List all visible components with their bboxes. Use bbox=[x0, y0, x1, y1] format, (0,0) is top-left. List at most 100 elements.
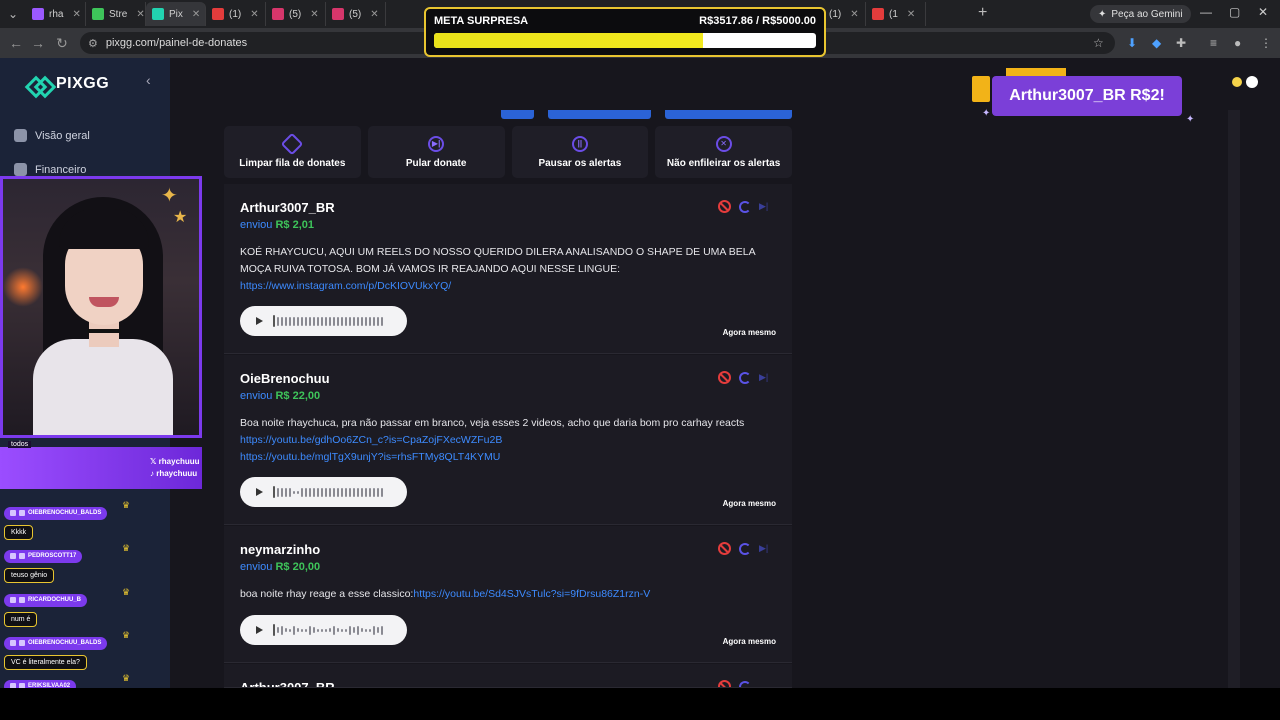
sparkle-icon: ✦ bbox=[982, 108, 991, 119]
replay-icon[interactable] bbox=[739, 200, 751, 213]
gemini-button[interactable]: ✦ Peça ao Gemini bbox=[1090, 5, 1191, 23]
wave-bar bbox=[313, 316, 315, 326]
wave-bar bbox=[341, 316, 343, 326]
top-button-2[interactable] bbox=[548, 110, 651, 119]
media-controls-icon[interactable]: ≡ bbox=[1210, 36, 1217, 50]
waveform[interactable] bbox=[273, 314, 383, 328]
extension-gem-icon[interactable]: ◆ bbox=[1152, 36, 1161, 50]
new-tab-button[interactable]: + bbox=[970, 4, 995, 22]
skip-donate-button[interactable]: ▶| Pular donate bbox=[367, 126, 505, 178]
star-decoration-icon: ★ bbox=[173, 209, 188, 226]
play-icon[interactable] bbox=[256, 317, 263, 325]
sidebar-item-financeiro[interactable]: Financeiro bbox=[14, 163, 86, 176]
badge-icon bbox=[19, 553, 25, 559]
toggle-knob bbox=[1246, 76, 1258, 88]
close-tab-icon[interactable]: ✕ bbox=[850, 9, 858, 20]
skip-small-icon[interactable]: ▶| bbox=[759, 543, 768, 554]
block-icon[interactable] bbox=[718, 680, 731, 687]
wave-bar bbox=[377, 316, 379, 326]
wave-bar bbox=[345, 316, 347, 326]
wave-bar bbox=[273, 486, 275, 498]
wave-bar bbox=[341, 628, 343, 632]
donate-link[interactable]: https://youtu.be/mglTgX9unjY?is=rhsFTMy8… bbox=[240, 451, 500, 463]
top-button-3[interactable] bbox=[665, 110, 792, 119]
donate-link[interactable]: https://youtu.be/Sd4SJVsTulc?si=9fDrsu86… bbox=[413, 588, 650, 600]
chat-message: OIEBRENOCHUU_BALDS ♛ Kkkk bbox=[4, 500, 130, 540]
wave-bar bbox=[305, 316, 307, 326]
audio-player[interactable] bbox=[240, 615, 407, 645]
wave-bar bbox=[357, 625, 359, 635]
block-icon[interactable] bbox=[718, 371, 731, 384]
collapse-sidebar-icon[interactable]: ‹ bbox=[146, 72, 151, 88]
wave-bar bbox=[321, 487, 323, 497]
tab-3[interactable]: (1) ✕ bbox=[206, 2, 266, 26]
theme-toggle[interactable] bbox=[1232, 76, 1258, 88]
wave-bar bbox=[357, 316, 359, 326]
minimize-icon[interactable]: — bbox=[1200, 5, 1212, 19]
browser-menu-icon[interactable]: ⋮ bbox=[1260, 36, 1272, 50]
eraser-icon bbox=[281, 132, 304, 155]
waveform[interactable] bbox=[273, 485, 383, 499]
play-icon[interactable] bbox=[256, 626, 263, 634]
page-scrollbar[interactable] bbox=[1228, 110, 1240, 688]
audio-player[interactable] bbox=[240, 306, 407, 336]
back-icon[interactable]: ← bbox=[4, 35, 28, 51]
tab-1[interactable]: Stre ✕ bbox=[86, 2, 146, 26]
wave-bar bbox=[349, 487, 351, 497]
close-tab-icon[interactable]: ✕ bbox=[192, 9, 200, 20]
replay-icon[interactable] bbox=[739, 371, 751, 384]
skip-small-icon[interactable]: ▶| bbox=[759, 201, 768, 212]
tab-search-chevron-icon[interactable]: ⌄ bbox=[0, 0, 26, 28]
forward-icon[interactable]: → bbox=[26, 35, 50, 51]
donate-link[interactable]: https://www.instagram.com/p/DcKIOVUkxYQ/ bbox=[240, 280, 451, 292]
tab-4[interactable]: (5) ✕ bbox=[266, 2, 326, 26]
chat-username: OIEBRENOCHUU_BALDS bbox=[4, 506, 108, 520]
donate-link[interactable]: https://youtu.be/gdhOo6ZCn_c?is=CpaZojFX… bbox=[240, 434, 502, 446]
donor-name: Arthur3007_BR bbox=[240, 680, 335, 688]
wave-bar bbox=[281, 316, 283, 326]
tab-5[interactable]: (5) ✕ bbox=[326, 2, 386, 26]
sidebar-item-overview[interactable]: Visão geral bbox=[14, 129, 90, 142]
pause-alerts-button[interactable]: || Pausar os alertas bbox=[511, 126, 649, 178]
wave-bar bbox=[369, 487, 371, 497]
replay-icon[interactable] bbox=[739, 542, 751, 555]
pixgg-logo[interactable]: PIXGG bbox=[28, 75, 109, 93]
tab-7[interactable]: (1 ✕ bbox=[866, 2, 926, 26]
download-icon[interactable]: ⬇ bbox=[1127, 36, 1137, 50]
wave-bar bbox=[349, 316, 351, 326]
waveform[interactable] bbox=[273, 623, 383, 637]
close-tab-icon[interactable]: ✕ bbox=[250, 9, 258, 20]
audio-player[interactable] bbox=[240, 477, 407, 507]
crown-icon: ♛ bbox=[122, 630, 131, 640]
close-window-icon[interactable]: ✕ bbox=[1258, 5, 1268, 19]
wave-bar bbox=[361, 487, 363, 497]
no-queue-alerts-button[interactable]: ✕ Não enfileirar os alertas bbox=[655, 126, 792, 178]
close-tab-icon[interactable]: ✕ bbox=[370, 9, 378, 20]
reload-icon[interactable]: ↻ bbox=[50, 35, 74, 52]
skip-small-icon[interactable]: ▶| bbox=[759, 372, 768, 383]
top-button-1[interactable] bbox=[501, 110, 534, 119]
block-icon[interactable] bbox=[718, 542, 731, 555]
play-icon[interactable] bbox=[256, 488, 263, 496]
wave-bar bbox=[321, 628, 323, 632]
bookmark-star-icon[interactable]: ☆ bbox=[1093, 36, 1104, 50]
tab-2[interactable]: Pix ✕ bbox=[146, 2, 206, 26]
replay-icon[interactable] bbox=[739, 680, 751, 687]
block-icon[interactable] bbox=[718, 200, 731, 213]
pixgg-logo-icon bbox=[28, 78, 50, 90]
maximize-icon[interactable]: ▢ bbox=[1229, 5, 1240, 19]
wave-bar bbox=[365, 487, 367, 497]
close-tab-icon[interactable]: ✕ bbox=[72, 9, 80, 20]
wave-bar bbox=[353, 627, 355, 633]
close-tab-icon[interactable]: ✕ bbox=[310, 9, 318, 20]
extensions-puzzle-icon[interactable]: ✚ bbox=[1176, 36, 1186, 50]
tab-0[interactable]: rha ✕ bbox=[26, 2, 86, 26]
site-info-icon[interactable]: ⚙ bbox=[88, 37, 98, 50]
close-tab-icon[interactable]: ✕ bbox=[907, 9, 915, 20]
close-tab-icon[interactable]: ✕ bbox=[136, 9, 144, 20]
profile-avatar[interactable]: ● bbox=[1234, 36, 1241, 50]
wave-bar bbox=[285, 487, 287, 497]
clear-queue-button[interactable]: Limpar fila de donates bbox=[224, 126, 361, 178]
wave-bar bbox=[309, 625, 311, 635]
wave-bar bbox=[293, 490, 295, 494]
